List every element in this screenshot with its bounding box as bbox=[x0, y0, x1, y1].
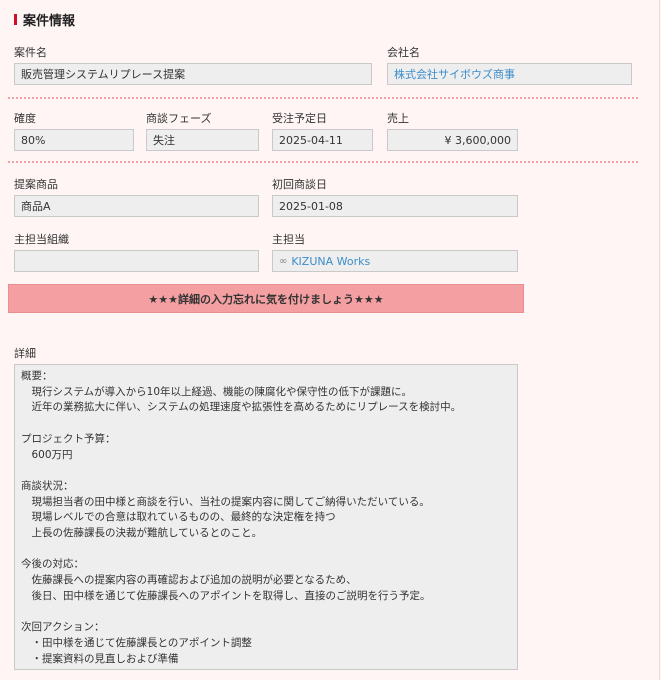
detail-line bbox=[21, 416, 511, 432]
phase-value: 失注 bbox=[153, 134, 175, 147]
detail-line: 今後の対応： bbox=[21, 558, 84, 571]
product-label: 提案商品 bbox=[14, 178, 58, 191]
project-name-field[interactable]: 販売管理システムリプレース提案 bbox=[14, 63, 372, 85]
section-marker bbox=[14, 13, 17, 25]
detail-textarea[interactable]: 概要： 現行システムが導入から10年以上経過、機能の陳腐化や保守性の低下が課題に… bbox=[14, 364, 518, 670]
link-icon: ∞ bbox=[279, 255, 288, 267]
reminder-banner: ★★★詳細の入力忘れに気を付けましょう★★★ bbox=[8, 284, 524, 313]
project-name-label: 案件名 bbox=[14, 46, 47, 59]
company-label: 会社名 bbox=[387, 46, 420, 59]
product-field[interactable]: 商品A bbox=[14, 195, 259, 217]
first-meeting-label: 初回商談日 bbox=[272, 178, 327, 191]
deal-info-panel: 案件情報 案件名 販売管理システムリプレース提案 会社名 株式会社サイボウズ商事… bbox=[0, 0, 660, 680]
detail-line: 現行システムが導入から10年以上経過、機能の陳腐化や保守性の低下が課題に。 bbox=[21, 385, 413, 398]
company-link[interactable]: 株式会社サイボウズ商事 bbox=[394, 66, 515, 82]
probability-value: 80% bbox=[21, 133, 46, 147]
first-meeting-field[interactable]: 2025-01-08 bbox=[272, 195, 518, 217]
company-field: 株式会社サイボウズ商事 bbox=[387, 63, 632, 85]
divider bbox=[8, 97, 638, 99]
detail-line bbox=[21, 605, 511, 621]
detail-line bbox=[21, 542, 511, 558]
org-field[interactable] bbox=[14, 250, 259, 272]
first-meeting-value: 2025-01-08 bbox=[279, 199, 343, 213]
detail-label: 詳細 bbox=[14, 347, 36, 360]
project-name-value: 販売管理システムリプレース提案 bbox=[21, 68, 186, 81]
order-date-field[interactable]: 2025-04-11 bbox=[272, 129, 373, 151]
detail-line: 近年の業務拡大に伴い、システムの処理速度や拡張性を高めるためにリプレースを検討中… bbox=[21, 401, 462, 414]
probability-field[interactable]: 80% bbox=[14, 129, 134, 151]
detail-line: 佐藤課長への提案内容の再確認および追加の説明が必要となるため、 bbox=[21, 574, 357, 587]
sales-value: ¥ 3,600,000 bbox=[444, 133, 511, 147]
detail-line: 現場担当者の田中様と商談を行い、当社の提案内容に関してご納得いただいている。 bbox=[21, 495, 430, 508]
detail-line: 次回アクション： bbox=[21, 621, 105, 634]
detail-line: プロジェクト予算： bbox=[21, 432, 116, 445]
section-title: 案件情報 bbox=[23, 13, 76, 29]
owner-label: 主担当 bbox=[272, 233, 305, 246]
reminder-text: ★★★詳細の入力忘れに気を付けましょう★★★ bbox=[148, 292, 384, 306]
detail-line bbox=[21, 463, 511, 479]
section-header: 案件情報 bbox=[14, 10, 76, 29]
detail-line: 上長の佐藤課長の決裁が難航しているとのこと。 bbox=[21, 527, 263, 540]
detail-line: 商談状況： bbox=[21, 479, 74, 492]
divider bbox=[8, 161, 638, 163]
owner-link[interactable]: KIZUNA Works bbox=[291, 255, 370, 268]
detail-line: 現場レベルでの合意は取れているものの、最終的な決定権を持つ bbox=[21, 511, 336, 524]
detail-line: ・提案資料の見直しおよび準備 bbox=[21, 652, 179, 665]
order-date-label: 受注予定日 bbox=[272, 112, 327, 125]
phase-field[interactable]: 失注 bbox=[146, 129, 259, 151]
detail-line: 概要： bbox=[21, 370, 53, 382]
detail-line: 後日、田中様を通じて佐藤課長へのアポイントを取得し、直接のご説明を行う予定。 bbox=[21, 589, 431, 602]
phase-label: 商談フェーズ bbox=[146, 112, 212, 125]
sales-field[interactable]: ¥ 3,600,000 bbox=[387, 129, 518, 151]
order-date-value: 2025-04-11 bbox=[279, 133, 343, 147]
org-label: 主担当組織 bbox=[14, 233, 69, 246]
sales-label: 売上 bbox=[387, 112, 409, 125]
probability-label: 確度 bbox=[14, 112, 36, 125]
product-value: 商品A bbox=[21, 200, 51, 213]
owner-field: ∞ KIZUNA Works bbox=[272, 250, 518, 272]
detail-line: 600万円 bbox=[21, 448, 73, 461]
detail-line: ・田中様を通じて佐藤課長とのアポイント調整 bbox=[21, 636, 252, 649]
